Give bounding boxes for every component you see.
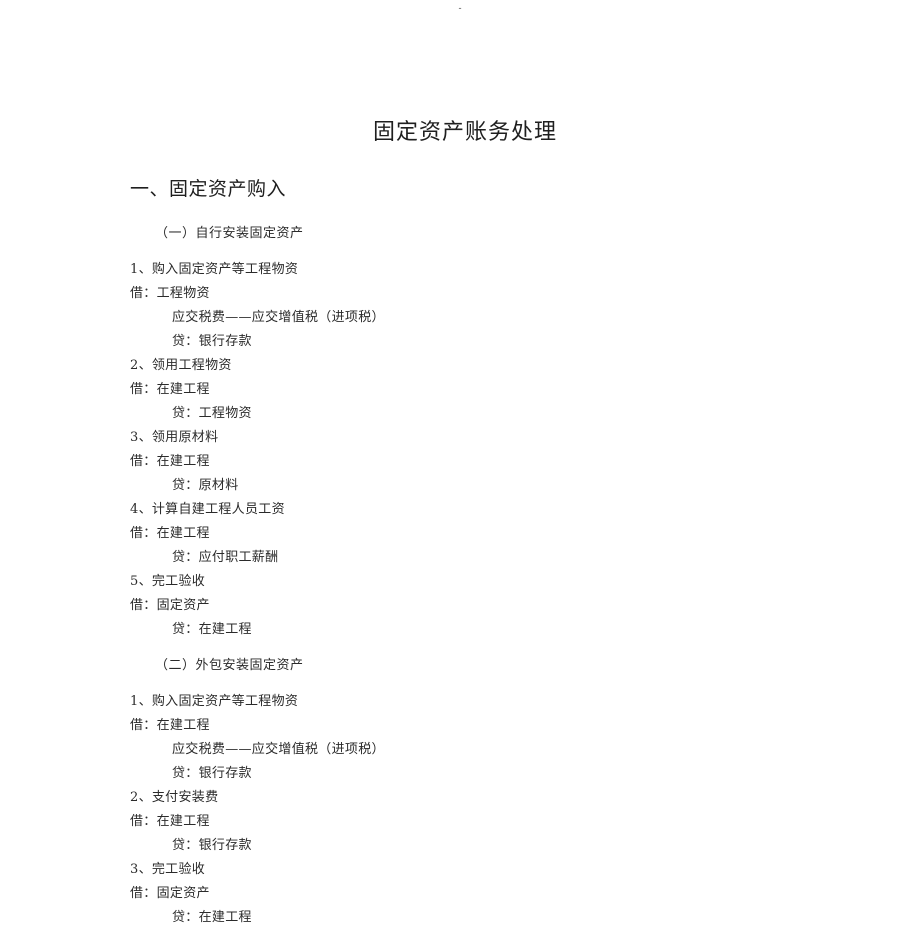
journal-entry-line: 贷：工程物资 (172, 406, 252, 421)
entry-item-title: 1、购入固定资产等工程物资 (130, 694, 299, 709)
page-title: 固定资产账务处理 (372, 120, 557, 145)
document-page: - 固定资产账务处理 一、固定资产购入 （一）自行安装固定资产 1、购入固定资产等… (0, 0, 920, 948)
document-content: 固定资产账务处理 一、固定资产购入 （一）自行安装固定资产 1、购入固定资产等工程… (130, 118, 790, 930)
subsection-heading: （一）自行安装固定资产 (155, 226, 304, 241)
journal-entry-line: 贷：银行存款 (172, 838, 252, 853)
entry-item-title: 3、领用原材料 (130, 430, 219, 445)
journal-entry-line: 应交税费——应交增值税（进项税） (172, 742, 385, 757)
entry-item-title: 2、支付安装费 (130, 790, 219, 805)
journal-entry-line: 贷：在建工程 (172, 622, 252, 637)
entry-item-title: 3、完工验收 (130, 862, 206, 877)
section-heading: 一、固定资产购入 (130, 178, 287, 200)
journal-entry-line: 借：在建工程 (130, 454, 210, 469)
subsection-list: （一）自行安装固定资产 1、购入固定资产等工程物资 借：工程物资应交税费——应交增值… (130, 224, 790, 930)
journal-entry-line: 借：工程物资 (130, 286, 210, 301)
journal-entry-line: 借：在建工程 (130, 526, 210, 541)
journal-entry-line: 应交税费——应交增值税（进项税） (172, 310, 385, 325)
entry-block: 1、购入固定资产等工程物资 借：工程物资应交税费——应交增值税（进项税） 贷：银行存… (130, 258, 790, 642)
entry-block: 1、购入固定资产等工程物资 借：在建工程 应交税费——应交增值税（进项税） 贷：银行存… (130, 690, 790, 930)
journal-entry-line: 贷：在建工程 (172, 910, 252, 925)
journal-entry-line: 借：固定资产 (130, 886, 210, 901)
journal-entry-line: 贷：应付职工薪酬 (172, 550, 279, 565)
journal-entry-line: 借：在建工程 (130, 382, 210, 397)
entry-item-title: 2、领用工程物资 (130, 358, 232, 373)
journal-entry-line: 借：在建工程 (130, 814, 210, 829)
journal-entry-line: 贷：银行存款 (172, 766, 252, 781)
entry-item-title: 1、购入固定资产等工程物资 (130, 262, 299, 277)
journal-entry-line: 贷：银行存款 (172, 334, 252, 349)
journal-entry-line: 贷：原材料 (172, 478, 239, 493)
subsection-heading: （二）外包安装固定资产 (155, 658, 304, 673)
journal-entry-line: 借：固定资产 (130, 598, 210, 613)
journal-entry-line: 借：在建工程 (130, 718, 210, 733)
entry-item-title: 5、完工验收 (130, 574, 206, 589)
running-header-mark: - (458, 4, 462, 14)
entry-item-title: 4、计算自建工程人员工资 (130, 502, 285, 517)
